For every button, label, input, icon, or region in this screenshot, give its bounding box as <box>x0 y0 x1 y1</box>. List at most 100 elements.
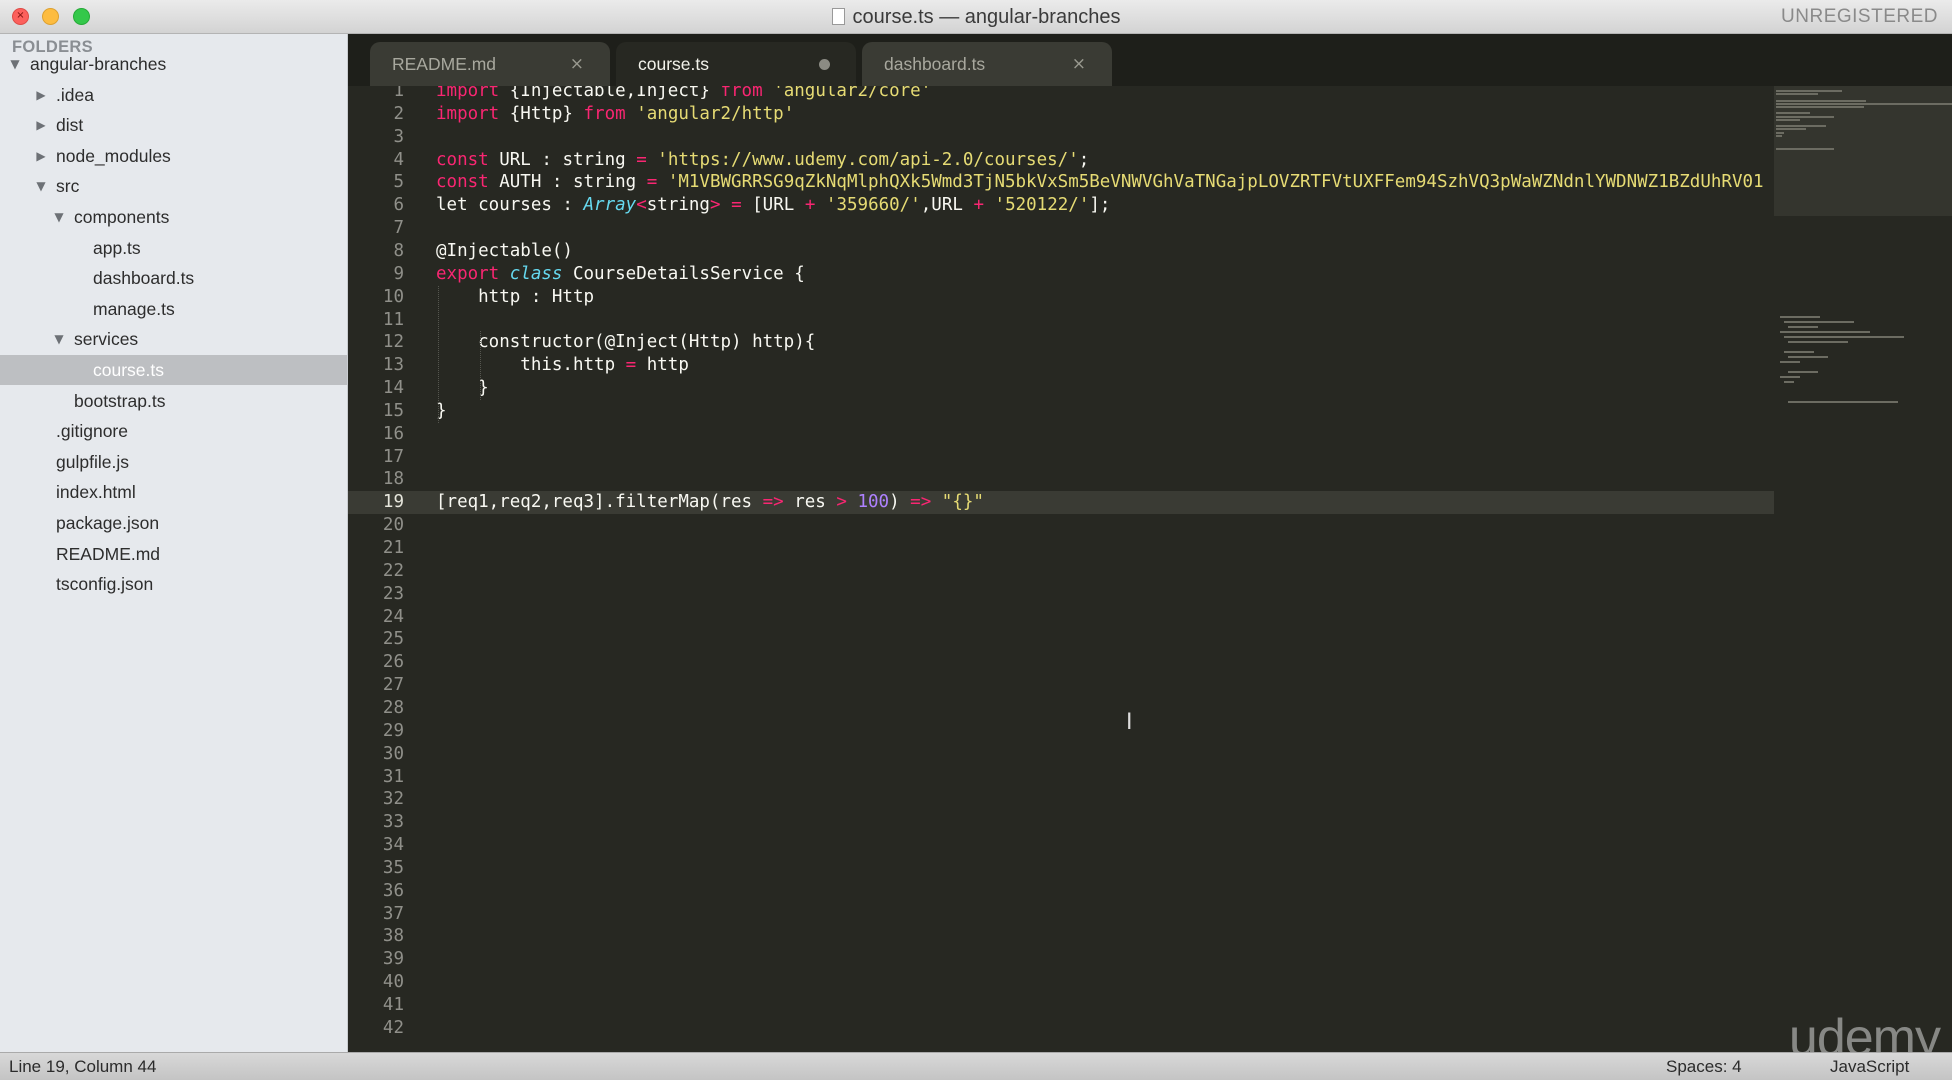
sidebar-item-index-html[interactable]: index.html <box>0 477 347 507</box>
sidebar-item-dashboard-ts[interactable]: dashboard.ts <box>0 263 347 293</box>
line-number: 31 <box>382 766 404 787</box>
sidebar-item-label: bootstrap.ts <box>74 390 166 411</box>
sidebar-item-components[interactable]: ▼ components <box>0 202 347 232</box>
line-number: 28 <box>382 697 404 718</box>
sidebar-item-label: angular-branches <box>30 54 167 74</box>
sidebar-item-package-json[interactable]: package.json <box>0 508 347 538</box>
sidebar-item-src[interactable]: ▼ src <box>0 171 347 201</box>
sidebar-item-label: index.html <box>56 482 136 503</box>
code-token: => <box>762 492 784 513</box>
minimap-line <box>1780 376 1800 378</box>
sidebar-item-label: dashboard.ts <box>93 268 195 289</box>
line-number: 38 <box>382 926 404 947</box>
sidebar-item-angular-branches[interactable]: ▼ angular-branches <box>0 49 347 79</box>
code-token: const <box>436 149 489 170</box>
code-token: from <box>583 103 626 124</box>
code-line[interactable]: import {Injectable,Inject} from 'angular… <box>436 86 931 103</box>
code-line[interactable]: [req1,req2,req3].filterMap(res => res > … <box>436 491 984 514</box>
sidebar-item-gulpfile-js[interactable]: gulpfile.js <box>0 447 347 477</box>
window-title-text: course.ts — angular-branches <box>852 6 1121 28</box>
line-number: 25 <box>382 629 404 650</box>
tab-bar: README.md × course.ts dashboard.ts × <box>348 34 1952 86</box>
code-token: '520122/' <box>994 195 1090 216</box>
disclosure-expanded-icon[interactable]: ▼ <box>34 171 48 201</box>
sidebar-item-app-ts[interactable]: app.ts <box>0 233 347 263</box>
code-line[interactable]: export class CourseDetailsService { <box>436 263 805 286</box>
code-line[interactable]: http : Http <box>436 286 594 309</box>
document-icon <box>831 8 845 25</box>
sidebar-item-dist[interactable]: ▶ dist <box>0 110 347 140</box>
minimap-line <box>1776 106 1864 108</box>
code-token: class <box>509 263 563 284</box>
minimap-line <box>1788 356 1828 358</box>
disclosure-expanded-icon[interactable]: ▼ <box>8 49 22 79</box>
tab-label: README.md <box>392 54 497 74</box>
code-token: = <box>625 355 637 376</box>
code-line[interactable]: import {Http} from 'angular2/http' <box>436 103 794 126</box>
code-token: > <box>709 195 721 216</box>
sidebar-item-readme-md[interactable]: README.md <box>0 539 347 569</box>
code-line[interactable]: @Injectable() <box>436 240 573 263</box>
sidebar-item-label: README.md <box>56 543 161 564</box>
tab-close-icon[interactable]: × <box>1072 42 1086 86</box>
line-number: 2 <box>393 103 404 124</box>
line-number: 8 <box>393 240 404 261</box>
sidebar-item-services[interactable]: ▼ services <box>0 324 347 354</box>
sidebar-item-bootstrap-ts[interactable]: bootstrap.ts <box>0 386 347 416</box>
sidebar-item-label: dist <box>56 115 84 136</box>
tab-close-icon[interactable]: × <box>570 42 584 86</box>
line-number: 16 <box>382 423 404 444</box>
code-token: '359660/' <box>825 195 921 216</box>
line-number: 39 <box>382 949 404 970</box>
minimap-line <box>1776 90 1842 92</box>
syntax-mode[interactable]: JavaScript <box>1830 1053 1909 1080</box>
sidebar-item-label: package.json <box>56 513 160 533</box>
disclosure-expanded-icon[interactable]: ▼ <box>52 202 66 232</box>
code-line[interactable]: const AUTH : string = 'M1VBWGRRSG9qZkNqM… <box>436 171 1764 194</box>
minimap-line <box>1776 125 1826 128</box>
line-number: 22 <box>382 560 404 581</box>
line-number: 15 <box>382 400 404 421</box>
status-bar: Line 19, Column 44 Spaces: 4 JavaScript <box>0 1052 1952 1080</box>
sidebar-item-node-modules[interactable]: ▶ node_modules <box>0 141 347 171</box>
code-token: AUTH : string <box>488 172 647 193</box>
sidebar-item-idea[interactable]: ▶ .idea <box>0 80 347 110</box>
sidebar-item-manage-ts[interactable]: manage.ts <box>0 294 347 324</box>
code-editor[interactable]: 1 2 3 4 5 6 7 8 9 10 11 12 13 14 15 16 17 18 19 20 21 22 23 24 2… <box>348 86 1774 1052</box>
code-token: + <box>973 195 984 216</box>
code-token: [URL <box>741 195 805 216</box>
sidebar-item-label: .idea <box>56 84 94 105</box>
code-token: + <box>804 195 816 216</box>
indentation-setting[interactable]: Spaces: 4 <box>1666 1053 1742 1080</box>
line-number: 37 <box>382 903 404 924</box>
code-line[interactable]: constructor(@Inject(Http) http){ <box>436 331 815 354</box>
line-number: 27 <box>382 675 404 696</box>
code-token: http : Http <box>436 286 595 307</box>
code-line[interactable]: const URL : string = 'https://www.udemy.… <box>436 149 1089 172</box>
sidebar-item-course-ts[interactable]: course.ts <box>0 355 347 385</box>
tab-readme-md[interactable]: README.md × <box>370 42 610 86</box>
sidebar-item-gitignore[interactable]: .gitignore <box>0 416 347 446</box>
sidebar-item-label: course.ts <box>93 360 164 380</box>
line-number: 41 <box>382 995 404 1015</box>
sidebar-item-label: manage.ts <box>93 298 175 319</box>
code-line[interactable]: let courses : Array<string> = [URL + '35… <box>436 194 1110 217</box>
code-token: [req1,req2,req3].filterMap(res <box>436 492 763 513</box>
minimap[interactable] <box>1774 86 1952 1052</box>
code-token: @Injectable() <box>436 240 573 261</box>
disclosure-collapsed-icon[interactable]: ▶ <box>34 110 48 140</box>
code-token: http <box>636 355 689 376</box>
disclosure-expanded-icon[interactable]: ▼ <box>52 324 66 354</box>
unsaved-dot-icon[interactable] <box>819 59 830 70</box>
minimap-line <box>1776 102 1952 105</box>
code-line[interactable]: this.http = http <box>436 354 689 377</box>
disclosure-collapsed-icon[interactable]: ▶ <box>34 141 48 171</box>
minimap-line <box>1788 341 1848 343</box>
sidebar-item-tsconfig-json[interactable]: tsconfig.json <box>0 569 347 599</box>
tab-dashboard-ts[interactable]: dashboard.ts × <box>862 42 1112 86</box>
tab-course-ts[interactable]: course.ts <box>616 42 856 86</box>
disclosure-collapsed-icon[interactable]: ▶ <box>34 80 48 110</box>
sidebar-item-label: components <box>74 207 170 227</box>
